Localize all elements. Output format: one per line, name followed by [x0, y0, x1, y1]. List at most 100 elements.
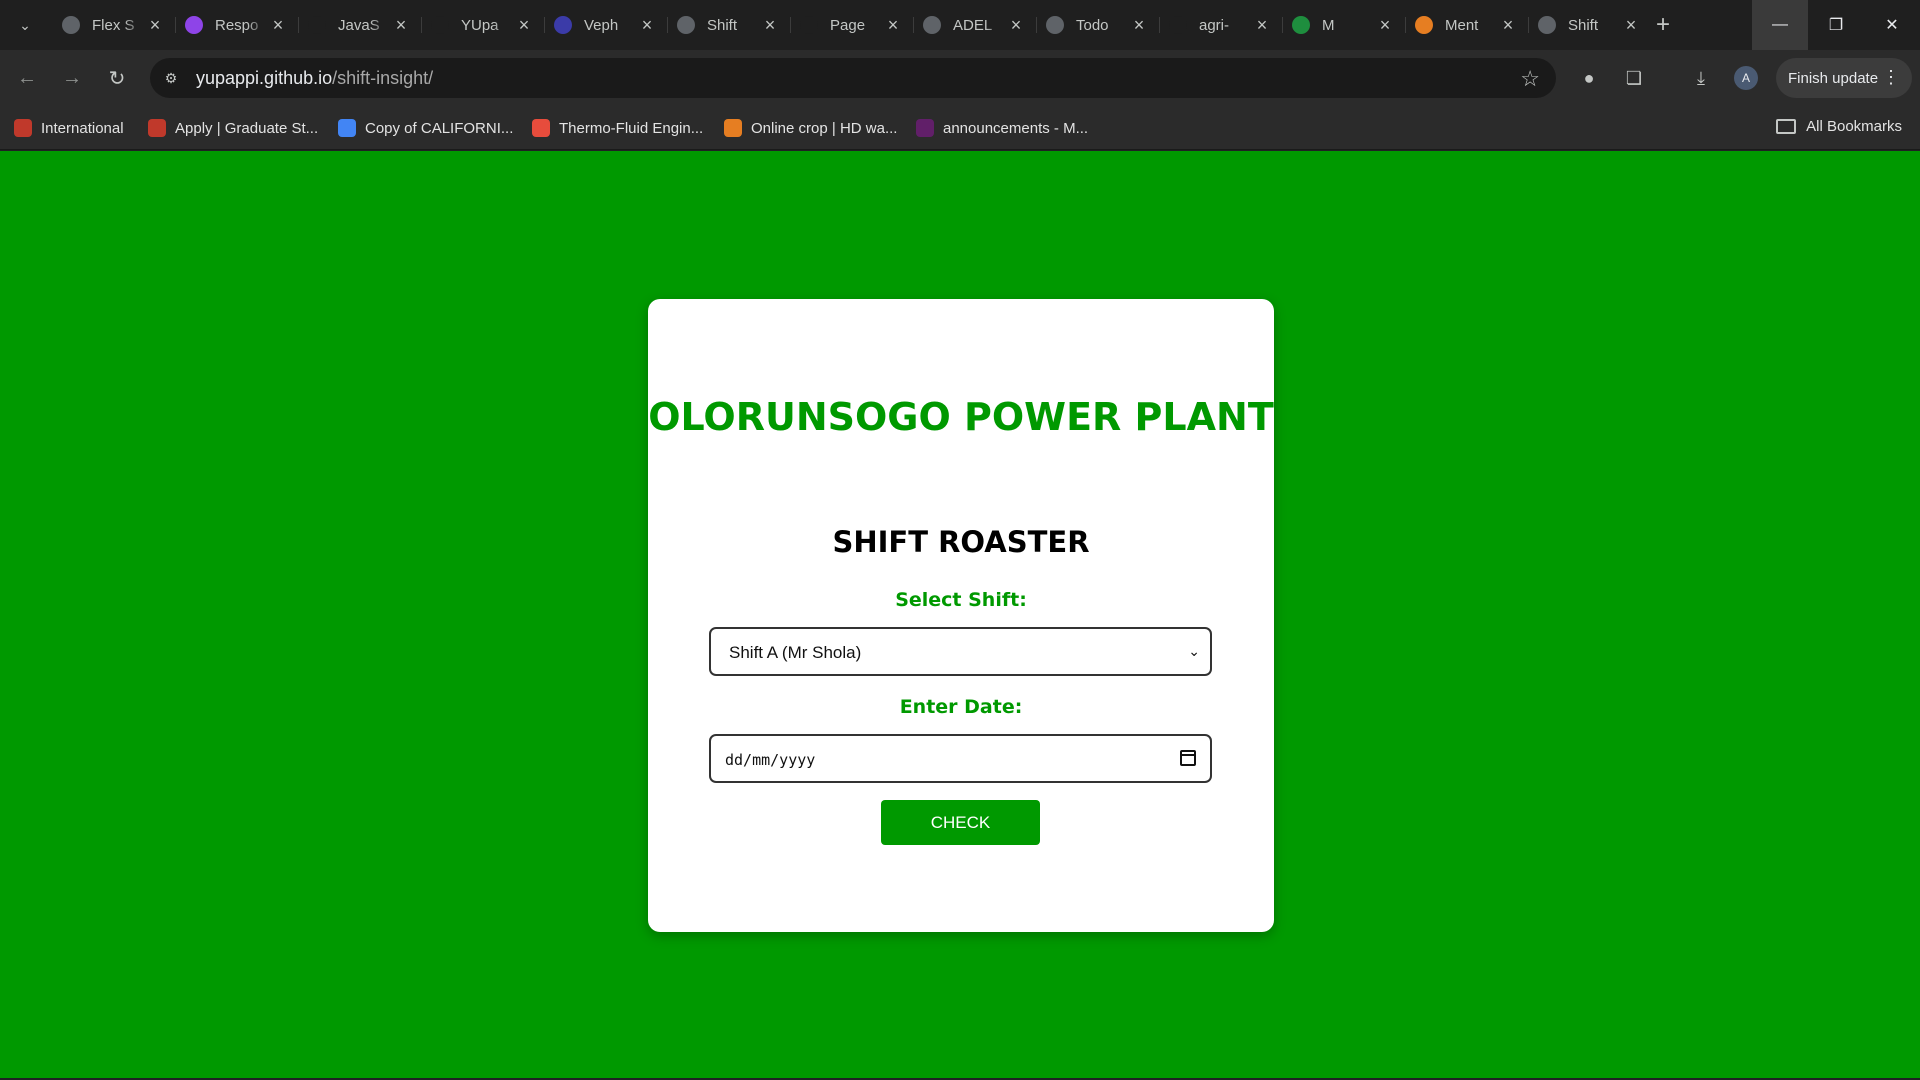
tab-close-icon[interactable]: ×	[1375, 15, 1395, 35]
downloads-icon[interactable]: ⤓	[1688, 65, 1714, 91]
tab-close-icon[interactable]: ×	[637, 15, 657, 35]
forward-arrow-icon[interactable]: →	[59, 65, 85, 91]
new-tab-plus-icon[interactable]: +	[1650, 11, 1676, 38]
tab-close-icon[interactable]: ×	[391, 15, 411, 35]
tab-close-icon[interactable]: ×	[145, 15, 165, 35]
shift-select-value: Shift A (Mr Shola)	[729, 643, 862, 662]
address-bar[interactable]: ⚙ yupappi.github.io/shift-insight/ ☆	[150, 58, 1556, 98]
bookmark-item[interactable]: Apply | Graduate St...	[148, 118, 318, 138]
shift-select[interactable]: Shift A (Mr Shola) ⌄	[709, 627, 1212, 676]
layers-icon	[1415, 16, 1433, 34]
browser-toolbar: ← → ↻ ⚙ yupappi.github.io/shift-insight/…	[0, 50, 1920, 106]
calendar-icon[interactable]	[1180, 750, 1196, 766]
profile-avatar[interactable]: A	[1734, 66, 1758, 90]
date-label: Enter Date:	[899, 696, 1023, 718]
globe-icon	[923, 16, 941, 34]
tab-close-icon[interactable]: ×	[1621, 15, 1641, 35]
tab-close-icon[interactable]: ×	[1252, 15, 1272, 35]
bookmark-item[interactable]: Thermo-Fluid Engin...	[532, 118, 703, 138]
finish-update-label: Finish update	[1788, 69, 1879, 87]
browser-tab[interactable]: Todo ×	[1036, 6, 1159, 44]
site-info-icon[interactable]: ⚙	[160, 67, 182, 89]
browser-tab[interactable]: Respo ×	[175, 6, 298, 44]
tab-close-icon[interactable]: ×	[1129, 15, 1149, 35]
browser-tab[interactable]: JavaS ×	[298, 6, 421, 44]
browser-tab[interactable]: ADEL ×	[913, 6, 1036, 44]
tab-title: Page	[830, 16, 866, 34]
github-icon	[431, 16, 449, 34]
date-input[interactable]: dd/mm/yyyy	[709, 734, 1212, 783]
browser-tab[interactable]: Flex S ×	[52, 6, 175, 44]
tab-title: JavaS	[338, 16, 380, 34]
close-window-icon[interactable]: ✕	[1864, 0, 1920, 50]
tab-title: Shift	[1568, 16, 1599, 34]
url-text[interactable]: yupappi.github.io/shift-insight/	[196, 68, 433, 89]
extensions-puzzle-icon[interactable]: ❏	[1621, 65, 1647, 91]
shift-label: Select Shift:	[895, 589, 1027, 611]
url-host: yupappi.github.io	[196, 68, 333, 88]
tab-title: Veph	[584, 16, 619, 34]
tab-title: Ment	[1445, 16, 1479, 34]
reload-icon[interactable]: ↻	[104, 65, 130, 91]
tab-close-icon[interactable]: ×	[883, 15, 903, 35]
all-bookmarks-button[interactable]: All Bookmarks	[1776, 118, 1902, 135]
chevron-down-icon: ⌄	[1188, 643, 1200, 659]
bookmark-item[interactable]: Copy of CALIFORNI...	[338, 118, 513, 138]
tab-title: M	[1322, 16, 1335, 34]
u-icon	[185, 16, 203, 34]
minimize-icon[interactable]: —	[1752, 0, 1808, 50]
tab-close-icon[interactable]: ×	[1006, 15, 1026, 35]
vephla-icon	[554, 16, 572, 34]
check-button[interactable]: CHECK	[881, 800, 1040, 845]
dragon-icon	[14, 119, 32, 137]
vercel-icon	[1169, 16, 1187, 34]
bookmark-item[interactable]: announcements - M...	[916, 118, 1088, 138]
more-menu-icon: ⋮	[1882, 67, 1900, 87]
bookmark-item[interactable]: Online crop | HD wa...	[724, 118, 897, 138]
roster-card: OLORUNSOGO POWER PLANT SHIFT ROASTER Sel…	[648, 299, 1274, 932]
openai-icon	[62, 16, 80, 34]
tab-close-icon[interactable]: ×	[268, 15, 288, 35]
window-controls: — ❐ ✕	[1752, 0, 1920, 50]
restore-icon[interactable]: ❐	[1808, 0, 1864, 50]
bookmark-label: Apply | Graduate St...	[175, 119, 319, 137]
browser-tab[interactable]: Shift ×	[667, 6, 790, 44]
tab-title: YUpa	[461, 16, 499, 34]
url-path: /shift-insight/	[332, 68, 434, 88]
bookmark-item[interactable]: International	[14, 118, 124, 138]
bookmark-label: International	[41, 119, 124, 137]
tab-title: Todo	[1076, 16, 1109, 34]
browser-tab[interactable]: Veph ×	[544, 6, 667, 44]
tab-title: ADEL	[953, 16, 993, 34]
tab-title: Flex S	[92, 16, 135, 34]
browser-tab[interactable]: YUpa ×	[421, 6, 544, 44]
calendar-icon	[532, 119, 550, 137]
finish-update-button[interactable]: Finish update ⋮	[1776, 58, 1912, 98]
page-title: OLORUNSOGO POWER PLANT	[648, 395, 1274, 439]
browser-tab[interactable]: Ment ×	[1405, 6, 1528, 44]
globe-icon	[1538, 16, 1556, 34]
extension-bug-icon[interactable]: ●	[1576, 65, 1602, 91]
tab-close-icon[interactable]: ×	[1498, 15, 1518, 35]
tab-close-icon[interactable]: ×	[760, 15, 780, 35]
bookmark-label: Thermo-Fluid Engin...	[559, 119, 704, 137]
browser-tab[interactable]: Page ×	[790, 6, 913, 44]
back-arrow-icon[interactable]: ←	[14, 65, 40, 91]
tab-title: agri-	[1199, 16, 1230, 34]
bookmarks-bar: International Apply | Graduate St... Copy …	[0, 106, 1920, 150]
bookmark-star-icon[interactable]: ☆	[1520, 66, 1540, 92]
page-viewport: OLORUNSOGO POWER PLANT SHIFT ROASTER Sel…	[0, 151, 1920, 1078]
globe-icon	[677, 16, 695, 34]
tab-close-icon[interactable]: ×	[514, 15, 534, 35]
tab-strip: ⌄ Flex S × Respo × JavaS × YUpa × Veph × Shift × Pag…	[0, 0, 1920, 50]
browser-tab[interactable]: Shift ×	[1528, 6, 1651, 44]
github-icon	[800, 16, 818, 34]
tab-title: Shift	[707, 16, 738, 34]
folder-icon	[1776, 119, 1797, 134]
docs-icon	[338, 119, 356, 137]
date-placeholder: dd/mm/yyyy	[725, 751, 816, 769]
tab-search-chevron-icon[interactable]: ⌄	[12, 12, 38, 38]
browser-tab[interactable]: agri- ×	[1159, 6, 1282, 44]
bookmark-label: announcements - M...	[943, 119, 1089, 137]
browser-tab[interactable]: M ×	[1282, 6, 1405, 44]
